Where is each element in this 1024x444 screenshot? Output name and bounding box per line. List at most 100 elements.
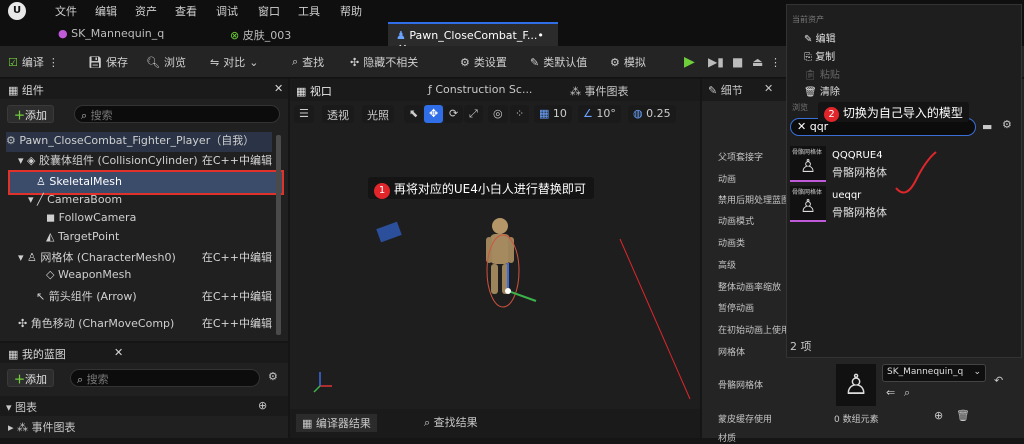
components-panel: ▦ 组件 ✕ ＋添加 ⌕ 搜索 ⚙ Pawn_CloseCombat_Fight… xyxy=(0,79,288,341)
arrow-icon: ↖ xyxy=(36,290,46,303)
view-settings-icon[interactable]: ⚙ xyxy=(1002,118,1012,131)
compiler-icon: ▦ xyxy=(302,417,313,430)
detail-row-skeletal-mesh: 骨骼网格体 xyxy=(718,381,764,391)
blueprint-search-input[interactable]: ⌕ 搜索 xyxy=(70,369,260,387)
menu-view[interactable]: 查看 xyxy=(175,3,197,19)
event-graph-item[interactable]: ▸ ⁂ 事件图表 xyxy=(8,419,76,435)
component-root[interactable]: ⚙ Pawn_CloseCombat_Fighter_Player（自我） xyxy=(6,132,272,152)
browse-asset-icon[interactable]: ⌕ xyxy=(904,386,910,400)
compile-button[interactable]: ☑ 编译 ⋮ xyxy=(8,52,59,72)
browse-section-label: 浏览 xyxy=(792,103,808,112)
menu-file[interactable]: 文件 xyxy=(55,3,77,19)
viewport-scene xyxy=(313,218,691,400)
components-scrollbar[interactable] xyxy=(276,135,281,335)
bottom-tabs: ▦ 编译器结果 ⌕ 查找结果 xyxy=(290,409,700,438)
annotation-badge-1: 1 xyxy=(374,183,390,199)
tab-find-results[interactable]: ⌕ 查找结果 xyxy=(424,414,478,430)
component-target-point[interactable]: ◭ TargetPoint xyxy=(46,230,119,250)
hide-unrelated-button[interactable]: ✣ 隐藏不相关 xyxy=(350,52,418,72)
close-panel-icon[interactable]: ✕ xyxy=(274,82,283,95)
expand-icon: ▸ xyxy=(8,421,14,434)
menu-help[interactable]: 帮助 xyxy=(340,3,362,19)
viewport-icon: ▦ xyxy=(296,85,307,98)
class-settings-button[interactable]: ⚙ 类设置 xyxy=(460,52,507,72)
tab-construction-script[interactable]: ƒ Construction Sc... xyxy=(428,83,532,96)
skeletal-mesh-thumbnail[interactable]: ♙ xyxy=(836,364,876,406)
close-panel-icon[interactable]: ✕ xyxy=(114,346,123,359)
chevron-down-icon: ⌄ xyxy=(249,55,259,69)
tab-sk-mannequin[interactable]: ● SK_Mannequin_q xyxy=(50,22,220,46)
plus-icon: ＋ xyxy=(14,373,25,386)
reset-to-default-icon[interactable]: ↶ xyxy=(994,374,1003,387)
detail-row-skin-cache-usage: 蒙皮缓存使用 xyxy=(718,415,773,425)
menu-asset[interactable]: 资产 xyxy=(135,3,157,19)
settings-gear-icon[interactable]: ⚙ xyxy=(268,370,278,383)
components-header: ▦ 组件 ✕ xyxy=(0,79,288,99)
step-button[interactable]: ▶▮ xyxy=(708,52,724,72)
menu-item-clear[interactable]: 🗑︎ 清除 xyxy=(804,83,840,98)
menu-edit[interactable]: 编辑 xyxy=(95,3,117,19)
menu-item-copy[interactable]: ⎘ 复制 xyxy=(804,48,835,63)
tab-compiler-results[interactable]: ▦ 编译器结果 xyxy=(296,414,377,432)
paste-icon: 📋︎ xyxy=(804,70,817,81)
skeleton-icon: ● xyxy=(58,27,68,40)
play-button[interactable]: ▶ xyxy=(684,52,695,72)
viewport-canvas[interactable]: ☰ 透视 光照 ⬉ ✥ ⟳ ⤢ ◎ ⁘ ▦ 10 ∠ 10° ◍ 0.25 1 … xyxy=(290,101,700,409)
menu-item-edit[interactable]: ✎ 编辑 xyxy=(804,30,836,45)
tab-pawn-closecombat[interactable]: ♟ Pawn_CloseCombat_F...• ✕ xyxy=(388,22,558,55)
axis-gizmo-icon xyxy=(313,372,332,393)
component-weapon-mesh[interactable]: ◇ WeaponMesh xyxy=(46,268,131,288)
edit-in-cpp-link[interactable]: 在C++中编辑 xyxy=(202,315,272,331)
add-element-icon[interactable]: ⊕ xyxy=(934,409,943,422)
edit-in-cpp-link[interactable]: 在C++中编辑 xyxy=(202,249,272,265)
viewport-panel: ▦ 视口 ƒ Construction Sc... ⁂ 事件图表 ☰ 透视 光照… xyxy=(290,79,700,409)
component-character-mesh[interactable]: ▾ ♙ 网格体 (CharacterMesh0) 在C++中编辑 xyxy=(18,249,272,269)
tab-event-graph[interactable]: ⁂ 事件图表 xyxy=(570,83,629,99)
add-component-button[interactable]: ＋添加 xyxy=(7,105,54,123)
skeletal-mesh-dropdown[interactable]: SK_Mannequin_q ⌄ xyxy=(882,364,986,382)
use-selected-icon[interactable]: ⇐ xyxy=(886,386,895,399)
skeletal-mesh-icon: ♙ xyxy=(36,175,46,188)
class-defaults-button[interactable]: ✎ 类默认值 xyxy=(530,52,587,72)
menu-debug[interactable]: 调试 xyxy=(216,3,238,19)
menu-tools[interactable]: 工具 xyxy=(298,3,320,19)
clear-search-icon[interactable]: ✕ xyxy=(797,120,806,133)
pawn-icon: ♟ xyxy=(396,29,406,42)
array-count-label: 0 数组元素 xyxy=(834,415,879,425)
compile-check-icon: ☑ xyxy=(8,55,18,69)
browse-button[interactable]: 🔍︎ 浏览 xyxy=(146,52,186,72)
pawn-icon: ⚙ xyxy=(6,134,16,147)
annotation-callout-1: 1 再将对应的UE4小白人进行替换即可 xyxy=(368,177,594,199)
edit-in-cpp-link[interactable]: 在C++中编辑 xyxy=(202,288,272,304)
find-button[interactable]: ⌕ 查找 xyxy=(292,52,324,72)
save-button[interactable]: 💾︎ 保存 xyxy=(88,52,128,72)
search-icon: ⌕ xyxy=(81,109,88,122)
menu-window[interactable]: 窗口 xyxy=(258,3,280,19)
component-skeletal-mesh[interactable]: ♙ SkeletalMesh xyxy=(8,170,284,195)
blueprint-icon: ▦ xyxy=(8,348,19,361)
hide-unrelated-icon: ✣ xyxy=(350,55,360,69)
component-arrow[interactable]: ↖ 箭头组件 (Arrow) 在C++中编辑 xyxy=(36,288,272,308)
edit-in-cpp-link[interactable]: 在C++中编辑 xyxy=(202,152,272,168)
tab-skin-003[interactable]: ⊗ 皮肤_003 xyxy=(222,22,382,46)
search-icon: ⌕ xyxy=(424,416,431,429)
add-graph-icon[interactable]: ⊕ xyxy=(258,399,267,412)
stop-button[interactable]: ■ xyxy=(732,52,743,72)
filter-icon[interactable]: ▬ xyxy=(982,120,992,133)
component-camera-boom[interactable]: ▾ ╱ CameraBoom xyxy=(28,193,122,213)
close-panel-icon[interactable]: ✕ xyxy=(764,82,773,95)
menu-item-paste[interactable]: 📋︎ 粘贴 xyxy=(804,66,840,81)
components-search-input[interactable]: ⌕ 搜索 xyxy=(74,105,280,123)
component-collision-cylinder[interactable]: ▾ ◈ 胶囊体组件 (CollisionCylinder) 在C++中编辑 xyxy=(18,152,272,172)
more-options-icon[interactable]: ⋮ xyxy=(770,52,781,72)
simulate-button[interactable]: ⚙ 模拟 xyxy=(610,52,646,72)
unreal-logo-icon[interactable]: U xyxy=(8,2,26,20)
eject-button[interactable]: ⏏ xyxy=(752,52,763,72)
tab-viewport[interactable]: ▦ 视口 xyxy=(296,83,332,99)
delete-elements-icon[interactable]: 🗑︎ xyxy=(956,409,970,422)
add-blueprint-button[interactable]: ＋添加 xyxy=(7,369,54,387)
component-follow-camera[interactable]: ◼ FollowCamera xyxy=(46,211,136,231)
diff-button[interactable]: ⇋ 对比 ⌄ xyxy=(210,52,258,72)
graphs-section[interactable]: ▾ 图表 ⊕ xyxy=(0,396,288,416)
component-char-move[interactable]: ✣ 角色移动 (CharMoveComp) 在C++中编辑 xyxy=(18,315,272,335)
